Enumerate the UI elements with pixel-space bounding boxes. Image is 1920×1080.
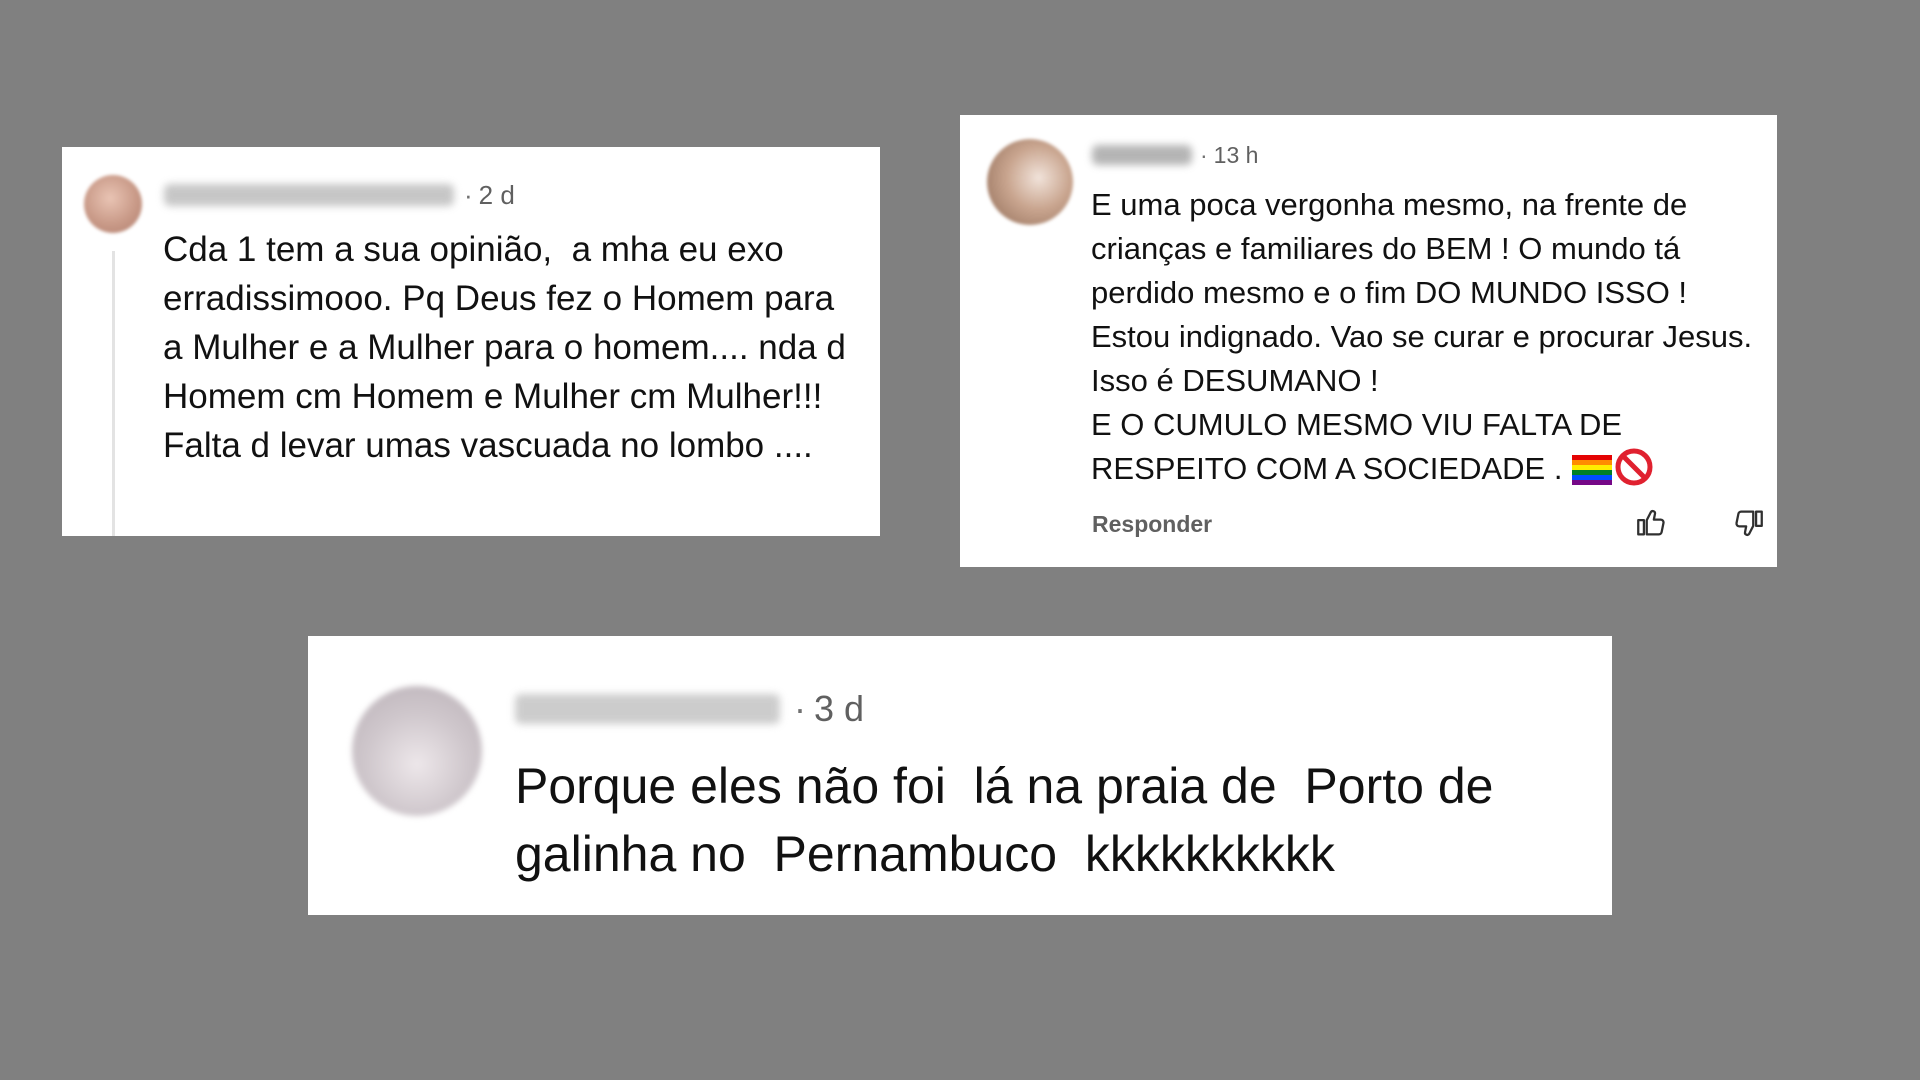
comment-time: 3 d xyxy=(814,688,865,729)
thumbs-up-icon xyxy=(1637,509,1665,536)
meta-separator: · xyxy=(464,179,473,210)
comment-time: 13 h xyxy=(1213,141,1259,168)
comment-text: Porque eles não foi lá na praia de Porto… xyxy=(515,758,1508,882)
reply-button[interactable]: Responder xyxy=(1092,511,1212,538)
thumbs-down-icon xyxy=(1735,510,1763,537)
comment-meta: · 13 h xyxy=(1092,139,1258,171)
screenshot-collage: · 2 d Cda 1 tem a sua opinião, a mha eu … xyxy=(0,0,1920,1080)
redacted-username xyxy=(1092,145,1192,165)
comment-text: E uma poca vergonha mesmo, na frente de … xyxy=(1091,187,1753,486)
meta-separator: · xyxy=(794,688,806,729)
comment-card-2: · 13 h E uma poca vergonha mesmo, na fre… xyxy=(960,115,1777,567)
comment-body: E uma poca vergonha mesmo, na frente de … xyxy=(1091,183,1761,491)
comment-card-1: · 2 d Cda 1 tem a sua opinião, a mha eu … xyxy=(62,147,880,536)
avatar[interactable] xyxy=(84,175,142,233)
redacted-username xyxy=(515,694,780,724)
thread-line xyxy=(112,251,115,536)
comment-text: Cda 1 tem a sua opinião, a mha eu exo er… xyxy=(163,230,856,465)
avatar[interactable] xyxy=(987,139,1073,225)
redacted-username xyxy=(164,184,454,206)
comment-card-3: · 3 d Porque eles não foi lá na praia de… xyxy=(308,636,1612,915)
meta-separator: · xyxy=(1200,141,1208,168)
no-entry-icon xyxy=(1615,448,1653,486)
comment-time: 2 d xyxy=(478,179,515,210)
dislike-button[interactable] xyxy=(1729,503,1769,543)
like-button[interactable] xyxy=(1631,503,1671,543)
rainbow-flag-icon xyxy=(1572,455,1613,485)
comment-meta: · 2 d xyxy=(164,177,515,213)
avatar[interactable] xyxy=(352,686,482,816)
comment-meta: · 3 d xyxy=(515,686,864,732)
